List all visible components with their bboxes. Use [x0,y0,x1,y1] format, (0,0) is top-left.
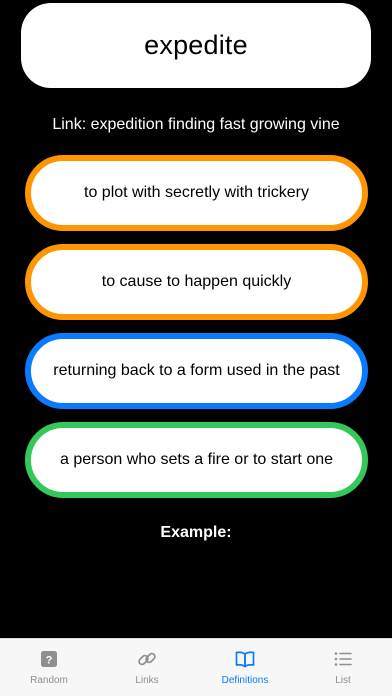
app-screen: expedite Link: expedition finding fast g… [0,0,392,696]
word-card: expedite [21,3,371,88]
tab-bar: ? Random Links Definitions List [0,638,392,696]
definition-option-text: a person who sets a fire or to start one [59,451,334,468]
definition-option-text: to plot with secretly with trickery [84,184,309,201]
question-square-icon: ? [41,651,57,667]
definition-option-text: returning back to a form used in the pas… [53,362,340,379]
list-icon [334,652,352,666]
definition-option-text: to cause to happen quickly [101,273,292,290]
tab-label: Definitions [221,675,269,686]
link-mnemonic: Link: expedition finding fast growing vi… [52,116,340,133]
tab-random[interactable]: ? Random [0,639,98,696]
word-title: expedite [144,30,248,60]
definition-option-4[interactable]: a person who sets a fire or to start one [25,422,368,498]
definition-option-1[interactable]: to plot with secretly with trickery [25,155,368,231]
tab-list[interactable]: List [294,639,392,696]
definition-option-3[interactable]: returning back to a form used in the pas… [25,333,368,409]
book-icon [235,651,255,668]
example-label: Example: [160,524,232,541]
tab-definitions[interactable]: Definitions [196,639,294,696]
definition-option-2[interactable]: to cause to happen quickly [25,244,368,320]
link-icon [138,652,156,666]
tab-label: Random [30,675,68,686]
tab-label: Links [135,675,159,686]
svg-text:?: ? [46,655,53,667]
tab-label: List [335,675,351,686]
tab-links[interactable]: Links [98,639,196,696]
